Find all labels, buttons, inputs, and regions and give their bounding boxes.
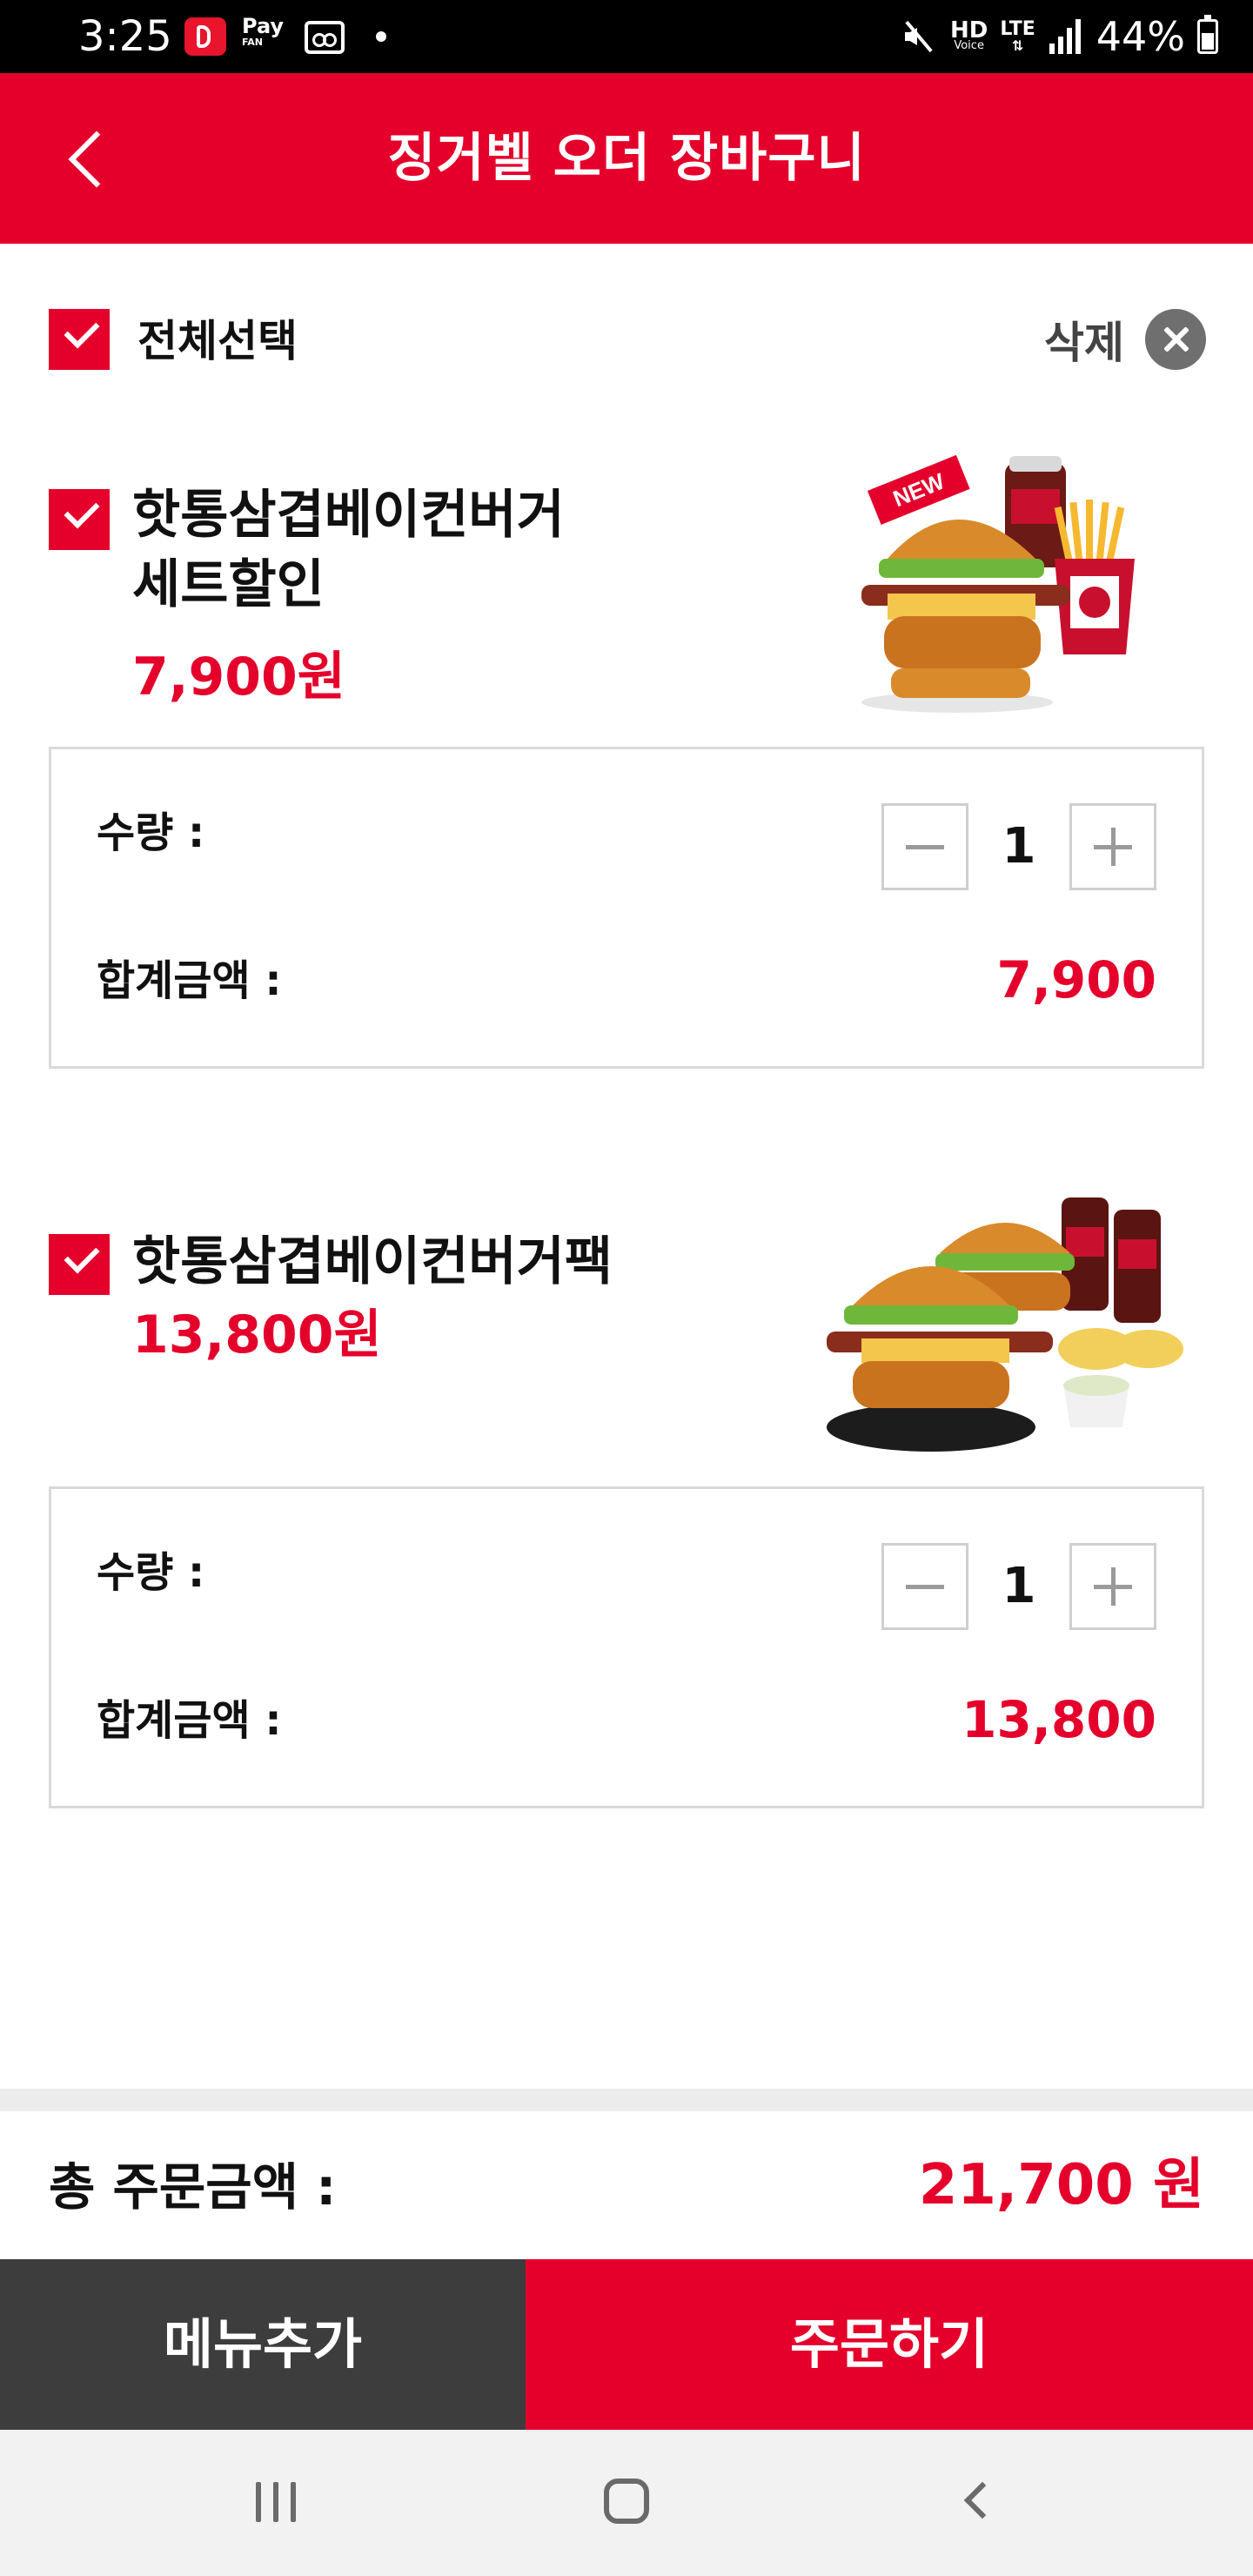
battery-percent: 44% [1096, 13, 1185, 60]
quantity-stepper: 1 [881, 803, 1156, 890]
total-row: 총 주문금액 : 21,700 원 [0, 2111, 1253, 2259]
notification-dot-icon [376, 31, 386, 42]
quantity-stepper: 1 [881, 1543, 1156, 1630]
select-all-checkbox[interactable] [49, 309, 110, 370]
subtotal-label: 합계금액 : [97, 1696, 282, 1745]
add-menu-button[interactable]: 메뉴추가 [0, 2259, 526, 2430]
section-divider [0, 2089, 1253, 2111]
cart-item: 핫통삼겹베이컨버거 세트할인 7,900원 NEW 수량 : 1 합계금액: … [0, 453, 1253, 1079]
minus-icon [884, 806, 966, 888]
total-value: 21,700 원 [918, 2153, 1204, 2217]
quantity-decrease-button[interactable] [881, 803, 968, 890]
order-button[interactable]: 주문하기 [526, 2259, 1253, 2430]
close-icon [1145, 309, 1206, 370]
quantity-label: 수량 : [97, 808, 205, 857]
payco-app-icon [184, 17, 226, 56]
battery-icon [1197, 15, 1218, 54]
status-right-group: HD Voice LTE ⇅ 44% [900, 12, 1218, 61]
delete-button[interactable]: 삭제 [1044, 305, 1206, 374]
home-icon[interactable] [600, 2475, 653, 2527]
app-header: 징거벨 오더 장바구니 [0, 73, 1253, 244]
item-name-line2: 세트할인 [132, 554, 325, 615]
select-all-row: 전체선택 삭제 [49, 305, 1206, 374]
signal-icon [1048, 19, 1084, 54]
hd-voice-icon: HD Voice [950, 19, 988, 52]
quantity-increase-button[interactable] [1069, 803, 1156, 890]
voice-label: Voice [954, 39, 984, 52]
subtotal-value: 13,800 [962, 1690, 1156, 1749]
chevron-left-icon [68, 131, 125, 188]
status-bar: 3:25 Pay FAN HD Voice LTE ⇅ 44% [0, 0, 1253, 73]
subtotal-value: 7,900 [996, 950, 1156, 1010]
subtotal-label: 합계금액 : [97, 956, 282, 1005]
minus-icon [884, 1546, 966, 1627]
payfan-fan-label: FAN [242, 37, 263, 48]
payfan-pay-label: Pay [242, 14, 285, 38]
system-nav-bar [0, 2430, 1253, 2576]
plus-icon [1072, 1546, 1154, 1627]
quantity-box: 수량 : 1 합계금액 : 7,900 [49, 747, 1204, 1069]
quantity-decrease-button[interactable] [881, 1543, 968, 1630]
back-button[interactable] [52, 117, 139, 204]
total-label: 총 주문금액 : [49, 2157, 337, 2217]
voicemail-icon [305, 21, 345, 54]
quantity-increase-button[interactable] [1069, 1543, 1156, 1630]
cart-item: 핫통삼겹베이컨버거팩 13,800원 수량 : 1 합계금액 : 13,800 [0, 1192, 1253, 1819]
item-name-line1: 핫통삼겹베이컨버거팩 [132, 1231, 613, 1292]
item-checkbox[interactable] [49, 489, 110, 550]
quantity-box: 수량 : 1 합계금액 : 13,800 [49, 1486, 1204, 1808]
payfan-icon: Pay FAN [242, 16, 294, 54]
item-checkbox[interactable] [49, 1234, 110, 1295]
item-name-line1: 핫통삼겹베이컨버거 [132, 485, 565, 546]
item-price: 13,800원 [132, 1305, 382, 1365]
lte-icon: LTE ⇅ [1000, 18, 1035, 54]
burger-set-image: NEW [861, 454, 1135, 713]
mute-icon [900, 19, 938, 54]
burger-pack-image [827, 1197, 1183, 1452]
select-all-label: 전체선택 [137, 316, 298, 366]
plus-icon [1072, 806, 1154, 888]
quantity-value: 1 [1002, 818, 1036, 875]
quantity-label: 수량 : [97, 1548, 205, 1597]
quantity-value: 1 [1002, 1558, 1036, 1614]
page-title: 징거벨 오더 장바구니 [387, 128, 866, 189]
recent-apps-icon[interactable] [252, 2475, 305, 2527]
bottom-action-bar: 메뉴추가 주문하기 [0, 2259, 1253, 2430]
status-time: 3:25 [78, 12, 172, 61]
item-price: 7,900원 [132, 647, 345, 708]
delete-label: 삭제 [1044, 318, 1124, 368]
system-back-icon[interactable] [950, 2475, 1002, 2527]
